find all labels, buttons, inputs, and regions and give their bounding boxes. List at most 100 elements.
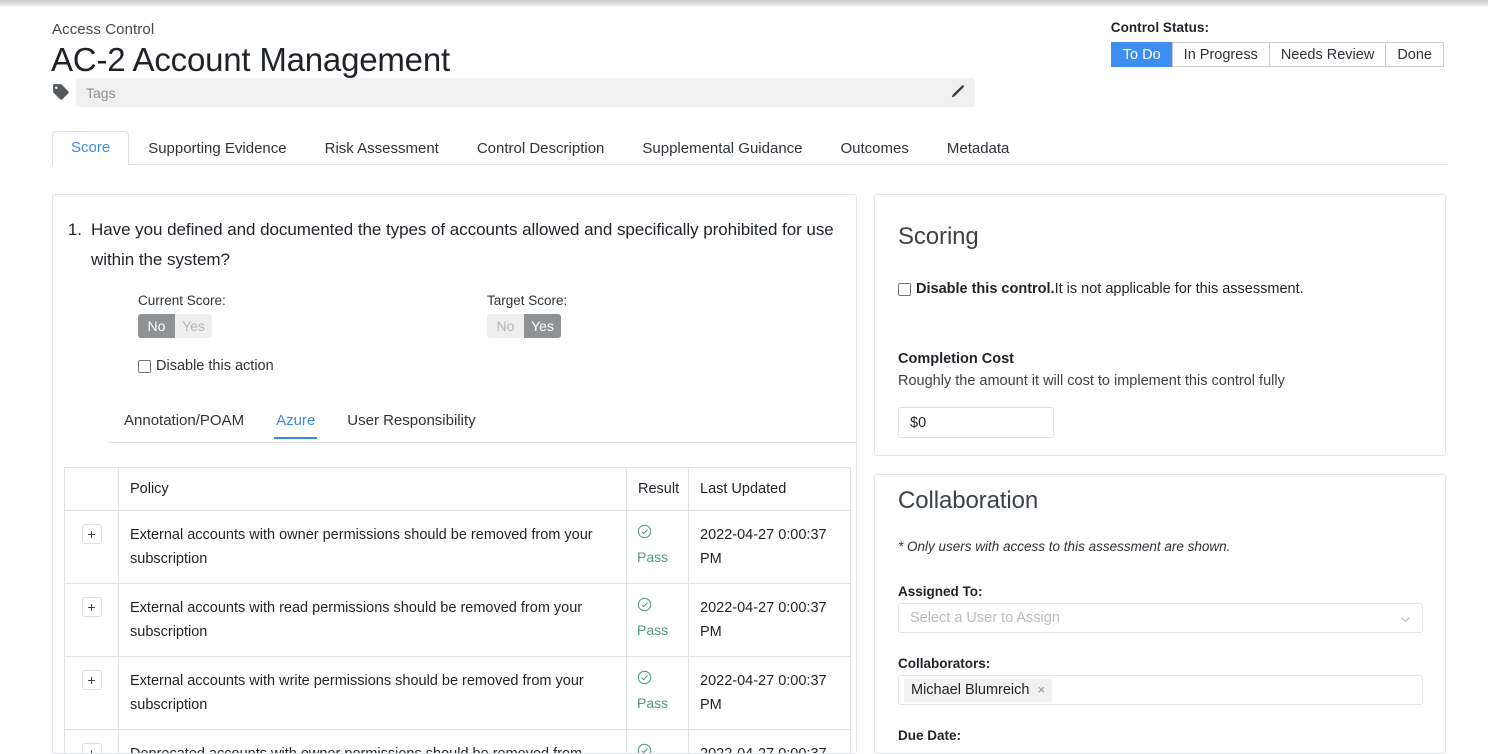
control-status-label: Control Status: — [1111, 20, 1444, 35]
expand-row-button[interactable]: + — [82, 597, 102, 617]
table-row: + External accounts with write permissio… — [65, 657, 851, 730]
subtab-azure[interactable]: Azure — [260, 410, 331, 438]
table-row: + External accounts with owner permissio… — [65, 511, 851, 584]
check-circle-icon — [637, 742, 652, 754]
tab-score[interactable]: Score — [52, 131, 129, 166]
column-header-expand — [65, 468, 119, 511]
result-cell — [627, 730, 689, 754]
assigned-to-placeholder: Select a User to Assign — [910, 610, 1060, 626]
chevron-down-icon — [1399, 613, 1412, 626]
score-panel: 1. Have you defined and documented the t… — [52, 194, 857, 754]
control-status-group: To Do In Progress Needs Review Done — [1111, 42, 1444, 67]
expand-cell: + — [65, 730, 119, 754]
last-updated-cell: 2022-04-27 0:00:37 — [689, 730, 851, 754]
window-top-edge — [0, 0, 1488, 8]
assigned-to-select[interactable]: Select a User to Assign — [898, 603, 1423, 633]
result-cell: Pass — [627, 657, 689, 730]
column-header-policy[interactable]: Policy — [119, 468, 627, 511]
policy-cell: External accounts with owner permissions… — [119, 511, 627, 584]
collaborator-name: Michael Blumreich — [911, 682, 1029, 698]
target-score-no[interactable]: No — [487, 314, 524, 338]
check-circle-icon — [637, 596, 652, 611]
current-score-group: No Yes — [138, 314, 226, 338]
question-number: 1. — [63, 215, 91, 275]
disable-control-label-bold: Disable this control. — [916, 281, 1055, 297]
check-circle-icon — [637, 669, 652, 684]
policy-cell: External accounts with read permissions … — [119, 584, 627, 657]
tag-icon — [52, 83, 70, 101]
completion-cost-input[interactable] — [898, 407, 1054, 438]
main-tabbar: Score Supporting Evidence Risk Assessmen… — [52, 132, 1448, 165]
question-block: 1. Have you defined and documented the t… — [63, 215, 853, 275]
tab-outcomes[interactable]: Outcomes — [822, 132, 928, 166]
result-cell: Pass — [627, 584, 689, 657]
current-score-no[interactable]: No — [138, 314, 175, 338]
collaboration-card: Collaboration * Only users with access t… — [874, 474, 1446, 754]
policy-cell: External accounts with write permissions… — [119, 657, 627, 730]
remove-collaborator-icon[interactable]: × — [1037, 682, 1045, 697]
completion-cost-description: Roughly the amount it will cost to imple… — [898, 373, 1285, 389]
target-score-block: Target Score: No Yes — [487, 293, 567, 338]
tab-supplemental-guidance[interactable]: Supplemental Guidance — [623, 132, 821, 166]
question-text: Have you defined and documented the type… — [91, 215, 851, 275]
target-score-group: No Yes — [487, 314, 567, 338]
expand-row-button[interactable]: + — [82, 524, 102, 544]
status-button-done[interactable]: Done — [1385, 42, 1444, 67]
tab-control-description[interactable]: Control Description — [458, 132, 624, 166]
result-label: Pass — [637, 618, 678, 642]
table-row: + Deprecated accounts with owner permiss… — [65, 730, 851, 754]
current-score-yes[interactable]: Yes — [175, 314, 212, 338]
collaborators-label: Collaborators: — [898, 656, 990, 671]
disable-action-checkbox[interactable] — [138, 360, 151, 373]
expand-row-button[interactable]: + — [82, 670, 102, 690]
disable-control-label-rest: It is not applicable for this assessment… — [1055, 281, 1304, 297]
subtab-user-responsibility[interactable]: User Responsibility — [331, 410, 491, 438]
last-updated-cell: 2022-04-27 0:00:37 PM — [689, 657, 851, 730]
due-date-label: Due Date: — [898, 728, 961, 743]
collaborator-chip: Michael Blumreich × — [904, 679, 1052, 702]
last-updated-cell: 2022-04-27 0:00:37 PM — [689, 584, 851, 657]
result-label: Pass — [637, 691, 678, 715]
collaboration-note: * Only users with access to this assessm… — [898, 539, 1230, 554]
page-title: AC-2 Account Management — [51, 40, 450, 80]
tab-metadata[interactable]: Metadata — [928, 132, 1029, 166]
status-button-needs-review[interactable]: Needs Review — [1269, 42, 1386, 67]
tab-risk-assessment[interactable]: Risk Assessment — [306, 132, 458, 166]
page-root: Access Control AC-2 Account Management C… — [0, 8, 1488, 732]
current-score-block: Current Score: No Yes — [138, 293, 226, 338]
disable-control-checkbox[interactable] — [898, 283, 911, 296]
disable-action-row: Disable this action — [138, 358, 274, 374]
tab-supporting-evidence[interactable]: Supporting Evidence — [129, 132, 305, 166]
breadcrumb[interactable]: Access Control — [52, 21, 154, 38]
policy-table: Policy Result Last Updated + External ac… — [64, 467, 851, 754]
expand-cell: + — [65, 657, 119, 730]
status-button-to-do[interactable]: To Do — [1111, 42, 1172, 67]
pencil-icon[interactable] — [949, 84, 965, 100]
subtab-annotation-poam[interactable]: Annotation/POAM — [108, 410, 260, 438]
table-row: + External accounts with read permission… — [65, 584, 851, 657]
column-header-last-updated[interactable]: Last Updated — [689, 468, 851, 511]
policy-table-wrap: Policy Result Last Updated + External ac… — [64, 467, 850, 754]
tags-input[interactable] — [76, 78, 975, 107]
evidence-subtabbar: Annotation/POAM Azure User Responsibilit… — [108, 410, 857, 443]
expand-row-button[interactable]: + — [82, 743, 102, 754]
last-updated-cell: 2022-04-27 0:00:37 PM — [689, 511, 851, 584]
target-score-label: Target Score: — [487, 293, 567, 308]
current-score-label: Current Score: — [138, 293, 226, 308]
result-label: Pass — [637, 545, 678, 569]
expand-cell: + — [65, 584, 119, 657]
status-button-in-progress[interactable]: In Progress — [1172, 42, 1269, 67]
scoring-heading: Scoring — [898, 223, 979, 251]
expand-cell: + — [65, 511, 119, 584]
completion-cost-title: Completion Cost — [898, 351, 1014, 367]
table-header-row: Policy Result Last Updated — [65, 468, 851, 511]
disable-action-label: Disable this action — [156, 358, 274, 374]
scoring-card: Scoring Disable this control. It is not … — [874, 194, 1446, 456]
assigned-to-label: Assigned To: — [898, 584, 983, 599]
column-header-result[interactable]: Result — [627, 468, 689, 511]
result-cell: Pass — [627, 511, 689, 584]
target-score-yes[interactable]: Yes — [524, 314, 561, 338]
tags-row — [52, 78, 975, 107]
collaboration-heading: Collaboration — [898, 487, 1038, 515]
collaborators-field[interactable]: Michael Blumreich × — [898, 675, 1423, 705]
